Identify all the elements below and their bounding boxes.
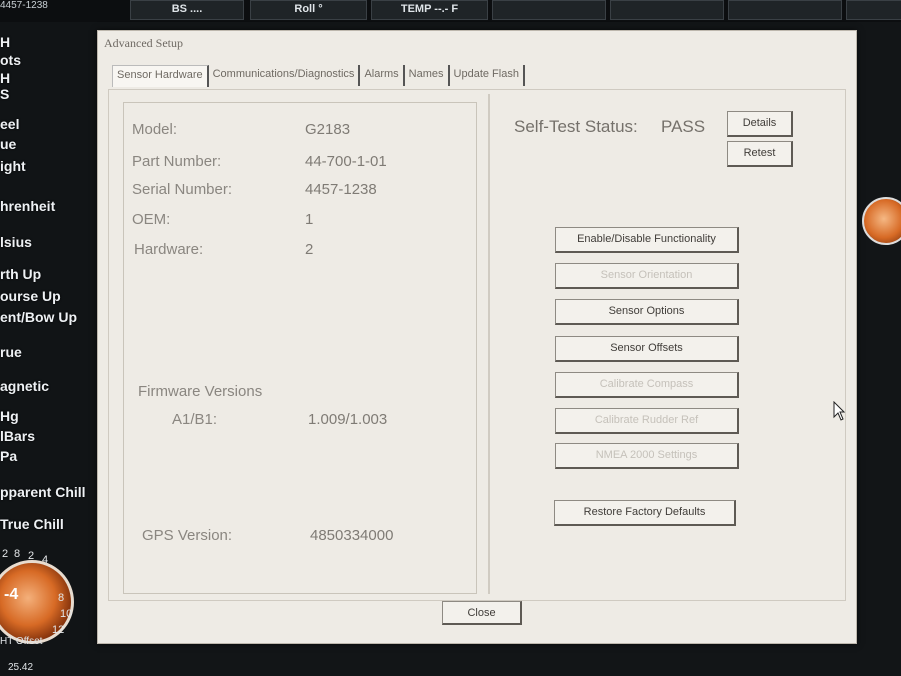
toolbar-button-bs[interactable]: BS .... xyxy=(130,0,244,20)
sidebar-label[interactable]: ent/Bow Up xyxy=(0,309,77,325)
compass-gauge-icon[interactable] xyxy=(862,197,901,245)
hardware-label: Hardware: xyxy=(134,241,204,258)
sidebar-label[interactable]: ourse Up xyxy=(0,288,61,304)
dial-number: 8 xyxy=(58,592,65,604)
enable-disable-functionality-button[interactable]: Enable/Disable Functionality xyxy=(555,227,739,253)
sidebar-label[interactable]: eel xyxy=(0,116,19,132)
tab-alarms[interactable]: Alarms xyxy=(360,65,405,86)
sensor-orientation-button[interactable]: Sensor Orientation xyxy=(555,263,739,289)
sidebar-label[interactable]: Hg xyxy=(0,408,19,424)
part-number-label: Part Number: xyxy=(132,153,222,170)
sidebar-label[interactable]: lBars xyxy=(0,428,35,444)
tab-sensor-hardware[interactable]: Sensor Hardware xyxy=(112,65,209,87)
toolbar-button-7[interactable] xyxy=(846,0,901,20)
model-label: Model: xyxy=(132,121,178,138)
ht-offset-label: HT Offset xyxy=(0,636,43,647)
top-toolbar: 4457-1238 BS .... Roll ° TEMP --.- F xyxy=(0,0,901,22)
details-button[interactable]: Details xyxy=(727,111,793,137)
toolbar-button-temp[interactable]: TEMP --.- F xyxy=(371,0,488,20)
toolbar-button-6[interactable] xyxy=(728,0,842,20)
sidebar-label[interactable]: H xyxy=(0,34,10,50)
gauge-value: -4 xyxy=(4,586,19,603)
toolbar-button-4[interactable] xyxy=(492,0,606,20)
tab-update-flash[interactable]: Update Flash xyxy=(450,65,525,86)
dial-number: 10 xyxy=(60,608,73,620)
tab-bar: Sensor Hardware Communications/Diagnosti… xyxy=(112,65,525,87)
sidebar-label[interactable]: ue xyxy=(0,136,16,152)
self-test-status-value: PASS xyxy=(661,117,706,136)
mouse-cursor-icon xyxy=(833,401,845,421)
tab-communications-diagnostics[interactable]: Communications/Diagnostics xyxy=(209,65,361,86)
hardware-value: 2 xyxy=(305,241,314,258)
sidebar-label[interactable]: ight xyxy=(0,158,26,174)
sidebar-label[interactable]: lsius xyxy=(0,234,32,250)
sidebar-label[interactable]: hrenheit xyxy=(0,198,55,214)
toolbar-button-5[interactable] xyxy=(610,0,724,20)
hardware-info-box xyxy=(123,102,477,594)
part-number-value: 44-700-1-01 xyxy=(305,153,387,170)
sidebar-label[interactable]: ots xyxy=(0,52,21,68)
panel-divider xyxy=(488,94,490,594)
dial-number: 8 xyxy=(14,548,21,560)
sidebar-label[interactable]: True Chill xyxy=(0,516,64,532)
serial-number-label: Serial Number: xyxy=(132,181,233,198)
retest-button[interactable]: Retest xyxy=(727,141,793,167)
calibrate-compass-button[interactable]: Calibrate Compass xyxy=(555,372,739,398)
toolbar-button-roll[interactable]: Roll ° xyxy=(250,0,367,20)
calibrate-rudder-button[interactable]: Calibrate Rudder Ref xyxy=(555,408,739,434)
serial-number-value: 4457-1238 xyxy=(305,181,377,198)
oem-value: 1 xyxy=(305,211,314,228)
nmea-2000-settings-button[interactable]: NMEA 2000 Settings xyxy=(555,443,739,469)
dial-number: 2 xyxy=(28,550,35,562)
sidebar-label[interactable]: pparent Chill xyxy=(0,484,86,500)
dial-number: 4 xyxy=(42,554,49,566)
sensor-offsets-button[interactable]: Sensor Offsets xyxy=(555,336,739,362)
a1b1-label: A1/B1: xyxy=(172,411,218,428)
oem-label: OEM: xyxy=(132,211,171,228)
gps-version-value: 4850334000 xyxy=(310,527,394,544)
gps-version-label: GPS Version: xyxy=(142,527,233,544)
restore-factory-defaults-button[interactable]: Restore Factory Defaults xyxy=(554,500,736,526)
bottom-readout: 25.42 xyxy=(8,662,34,673)
a1b1-value: 1.009/1.003 xyxy=(308,411,388,428)
close-button[interactable]: Close xyxy=(442,601,522,625)
sidebar-label[interactable]: rue xyxy=(0,344,22,360)
sidebar-label[interactable]: H xyxy=(0,70,10,86)
self-test-status-label: Self-Test Status: xyxy=(514,117,638,136)
dial-number: 2 xyxy=(2,548,9,560)
sensor-options-button[interactable]: Sensor Options xyxy=(555,299,739,325)
dialog-title: Advanced Setup xyxy=(104,36,183,50)
tab-names[interactable]: Names xyxy=(405,65,450,86)
sidebar-label[interactable]: Pa xyxy=(0,448,17,464)
sidebar-label[interactable]: rth Up xyxy=(0,266,41,282)
sidebar-label[interactable]: agnetic xyxy=(0,378,49,394)
advanced-setup-dialog: Advanced Setup Sensor Hardware Communica… xyxy=(97,30,857,644)
top-left-readout: 4457-1238 xyxy=(0,0,48,11)
firmware-versions-label: Firmware Versions xyxy=(138,383,263,400)
dial-number: 12 xyxy=(52,624,65,636)
sidebar-label[interactable]: S xyxy=(0,86,9,102)
model-value: G2183 xyxy=(305,121,351,138)
